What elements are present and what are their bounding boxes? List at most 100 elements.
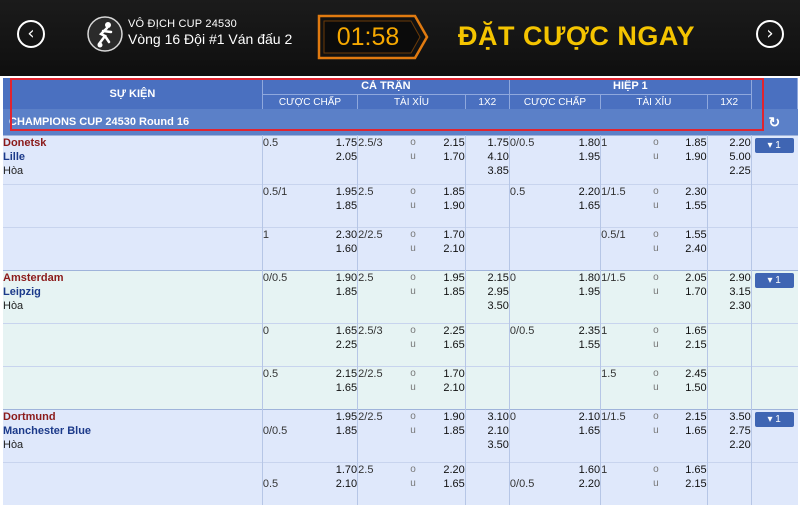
h1-ou-odds-cell[interactable]: 2.301.55 bbox=[670, 185, 707, 228]
h1-1x2-odds-value[interactable] bbox=[708, 199, 751, 213]
h1-handicap-odds-value[interactable]: 1.80 bbox=[567, 271, 600, 285]
ft-1x2-odds-value[interactable]: 2.15 bbox=[466, 271, 509, 285]
h1-handicap-odds-value[interactable] bbox=[567, 381, 600, 395]
h1-1x2-odds-cell[interactable] bbox=[707, 324, 751, 367]
ft-ou-odds-value[interactable]: 2.10 bbox=[427, 381, 464, 395]
h1-handicap-odds-value[interactable]: 1.95 bbox=[567, 285, 600, 299]
h1-ou-odds-value[interactable]: 1.70 bbox=[670, 285, 706, 299]
h1-1x2-odds-value[interactable] bbox=[708, 185, 751, 199]
h1-handicap-odds-value[interactable]: 2.20 bbox=[567, 477, 600, 491]
ft-ou-odds-cell[interactable]: 1.702.10 bbox=[427, 367, 465, 410]
chevron-right-icon[interactable]: › bbox=[756, 20, 784, 48]
h1-1x2-odds-value[interactable]: 2.20 bbox=[708, 136, 751, 150]
ft-handicap-odds-value[interactable]: 1.70 bbox=[320, 463, 357, 477]
ft-handicap-odds-value[interactable]: 1.60 bbox=[320, 242, 357, 256]
ft-1x2-odds-value[interactable] bbox=[466, 228, 509, 242]
ft-1x2-odds-cell[interactable]: 2.152.953.50 bbox=[465, 271, 509, 324]
ft-ou-odds-cell[interactable]: 2.251.65 bbox=[427, 324, 465, 367]
h1-1x2-odds-value[interactable] bbox=[708, 463, 751, 477]
h1-ou-odds-cell[interactable]: 2.151.65 bbox=[670, 410, 707, 463]
ft-ou-odds-value[interactable]: 1.70 bbox=[427, 228, 464, 242]
ft-1x2-odds-value[interactable] bbox=[466, 395, 509, 409]
h1-handicap-odds-value[interactable]: 2.20 bbox=[567, 185, 600, 199]
ft-1x2-odds-value[interactable]: 2.95 bbox=[466, 285, 509, 299]
ft-1x2-odds-value[interactable]: 3.50 bbox=[466, 299, 509, 313]
ft-1x2-odds-cell[interactable]: 3.102.103.50 bbox=[465, 410, 509, 463]
h1-1x2-odds-value[interactable] bbox=[708, 242, 751, 256]
h1-handicap-odds-value[interactable] bbox=[567, 367, 600, 381]
h1-handicap-odds-value[interactable]: 1.55 bbox=[567, 338, 600, 352]
h1-1x2-odds-value[interactable]: 2.20 bbox=[708, 438, 751, 452]
ft-handicap-odds-cell[interactable]: 2.301.60 bbox=[320, 228, 358, 271]
ft-1x2-odds-value[interactable]: 4.10 bbox=[466, 150, 509, 164]
ft-handicap-odds-value[interactable]: 2.30 bbox=[320, 228, 357, 242]
ft-handicap-odds-cell[interactable]: 1.702.10 bbox=[320, 463, 358, 505]
ft-1x2-odds-value[interactable] bbox=[466, 491, 509, 505]
ft-1x2-odds-value[interactable] bbox=[466, 242, 509, 256]
h1-handicap-odds-cell[interactable]: 2.351.55 bbox=[567, 324, 601, 367]
bet-now-button[interactable]: ĐẶT CƯỢC NGAY bbox=[458, 21, 695, 52]
ft-ou-odds-value[interactable]: 2.25 bbox=[427, 324, 464, 338]
h1-handicap-odds-cell[interactable]: 1.602.20 bbox=[567, 463, 601, 505]
ft-1x2-odds-cell[interactable] bbox=[465, 463, 509, 505]
ft-1x2-odds-value[interactable] bbox=[466, 256, 509, 270]
h1-handicap-odds-value[interactable]: 2.10 bbox=[567, 410, 600, 424]
ft-ou-odds-cell[interactable]: 1.901.85 bbox=[427, 410, 465, 463]
ft-1x2-odds-value[interactable] bbox=[466, 477, 509, 491]
h1-1x2-odds-value[interactable] bbox=[708, 352, 751, 366]
h1-ou-odds-cell[interactable]: 1.652.15 bbox=[670, 463, 707, 505]
ft-1x2-odds-value[interactable] bbox=[466, 199, 509, 213]
h1-ou-odds-value[interactable]: 2.15 bbox=[670, 410, 706, 424]
h1-1x2-odds-cell[interactable] bbox=[707, 463, 751, 505]
ft-handicap-odds-cell[interactable]: 2.151.65 bbox=[320, 367, 358, 410]
ft-ou-odds-value[interactable]: 1.85 bbox=[427, 185, 464, 199]
ft-handicap-odds-cell[interactable]: 1.951.85 bbox=[320, 410, 358, 463]
h1-ou-odds-value[interactable]: 1.65 bbox=[670, 424, 706, 438]
h1-1x2-odds-value[interactable] bbox=[708, 256, 751, 270]
bet-dropdown-button[interactable]: ▾ 1 bbox=[755, 138, 794, 153]
bet-dropdown-button[interactable]: ▾ 1 bbox=[755, 273, 794, 288]
h1-ou-odds-value[interactable]: 1.85 bbox=[670, 136, 706, 150]
h1-ou-odds-value[interactable]: 2.40 bbox=[670, 242, 706, 256]
h1-1x2-odds-value[interactable] bbox=[708, 477, 751, 491]
h1-handicap-odds-cell[interactable] bbox=[567, 367, 601, 410]
ft-ou-odds-cell[interactable]: 1.702.10 bbox=[427, 228, 465, 271]
h1-1x2-odds-value[interactable]: 2.90 bbox=[708, 271, 751, 285]
ft-ou-odds-cell[interactable]: 2.151.70 bbox=[427, 136, 465, 185]
ft-handicap-odds-value[interactable]: 2.05 bbox=[320, 150, 357, 164]
h1-ou-odds-value[interactable]: 1.55 bbox=[670, 228, 706, 242]
ft-1x2-odds-value[interactable]: 3.10 bbox=[466, 410, 509, 424]
h1-handicap-odds-value[interactable] bbox=[567, 242, 600, 256]
h1-handicap-odds-cell[interactable] bbox=[567, 228, 601, 271]
h1-1x2-odds-value[interactable] bbox=[708, 324, 751, 338]
ft-ou-odds-value[interactable]: 1.65 bbox=[427, 477, 464, 491]
ft-handicap-odds-cell[interactable]: 1.652.25 bbox=[320, 324, 358, 367]
h1-1x2-odds-value[interactable] bbox=[708, 381, 751, 395]
ft-1x2-odds-cell[interactable] bbox=[465, 367, 509, 410]
h1-handicap-odds-cell[interactable]: 2.201.65 bbox=[567, 185, 601, 228]
ft-1x2-odds-value[interactable] bbox=[466, 352, 509, 366]
ft-1x2-odds-cell[interactable] bbox=[465, 324, 509, 367]
h1-1x2-odds-value[interactable] bbox=[708, 213, 751, 227]
h1-ou-odds-cell[interactable]: 1.552.40 bbox=[670, 228, 707, 271]
h1-1x2-odds-cell[interactable]: 3.502.752.20 bbox=[707, 410, 751, 463]
ft-handicap-odds-value[interactable]: 1.95 bbox=[320, 185, 357, 199]
ft-ou-odds-value[interactable]: 1.65 bbox=[427, 338, 464, 352]
h1-ou-odds-value[interactable]: 2.30 bbox=[670, 185, 706, 199]
chevron-left-icon[interactable]: ‹ bbox=[17, 20, 45, 48]
ft-1x2-odds-value[interactable]: 2.10 bbox=[466, 424, 509, 438]
h1-1x2-odds-value[interactable]: 2.30 bbox=[708, 299, 751, 313]
ft-1x2-odds-value[interactable]: 1.75 bbox=[466, 136, 509, 150]
ft-handicap-odds-value[interactable]: 1.85 bbox=[320, 199, 357, 213]
h1-handicap-odds-value[interactable] bbox=[567, 228, 600, 242]
ft-handicap-odds-value[interactable]: 1.90 bbox=[320, 271, 357, 285]
ft-ou-odds-cell[interactable]: 2.201.65 bbox=[427, 463, 465, 505]
ft-handicap-odds-cell[interactable]: 1.951.85 bbox=[320, 185, 358, 228]
h1-handicap-odds-value[interactable]: 1.80 bbox=[567, 136, 600, 150]
h1-1x2-odds-value[interactable] bbox=[708, 367, 751, 381]
h1-ou-odds-value[interactable]: 1.90 bbox=[670, 150, 706, 164]
h1-1x2-odds-cell[interactable] bbox=[707, 228, 751, 271]
h1-handicap-odds-value[interactable]: 2.35 bbox=[567, 324, 600, 338]
h1-ou-odds-value[interactable]: 1.50 bbox=[670, 381, 706, 395]
h1-ou-odds-value[interactable]: 1.55 bbox=[670, 199, 706, 213]
